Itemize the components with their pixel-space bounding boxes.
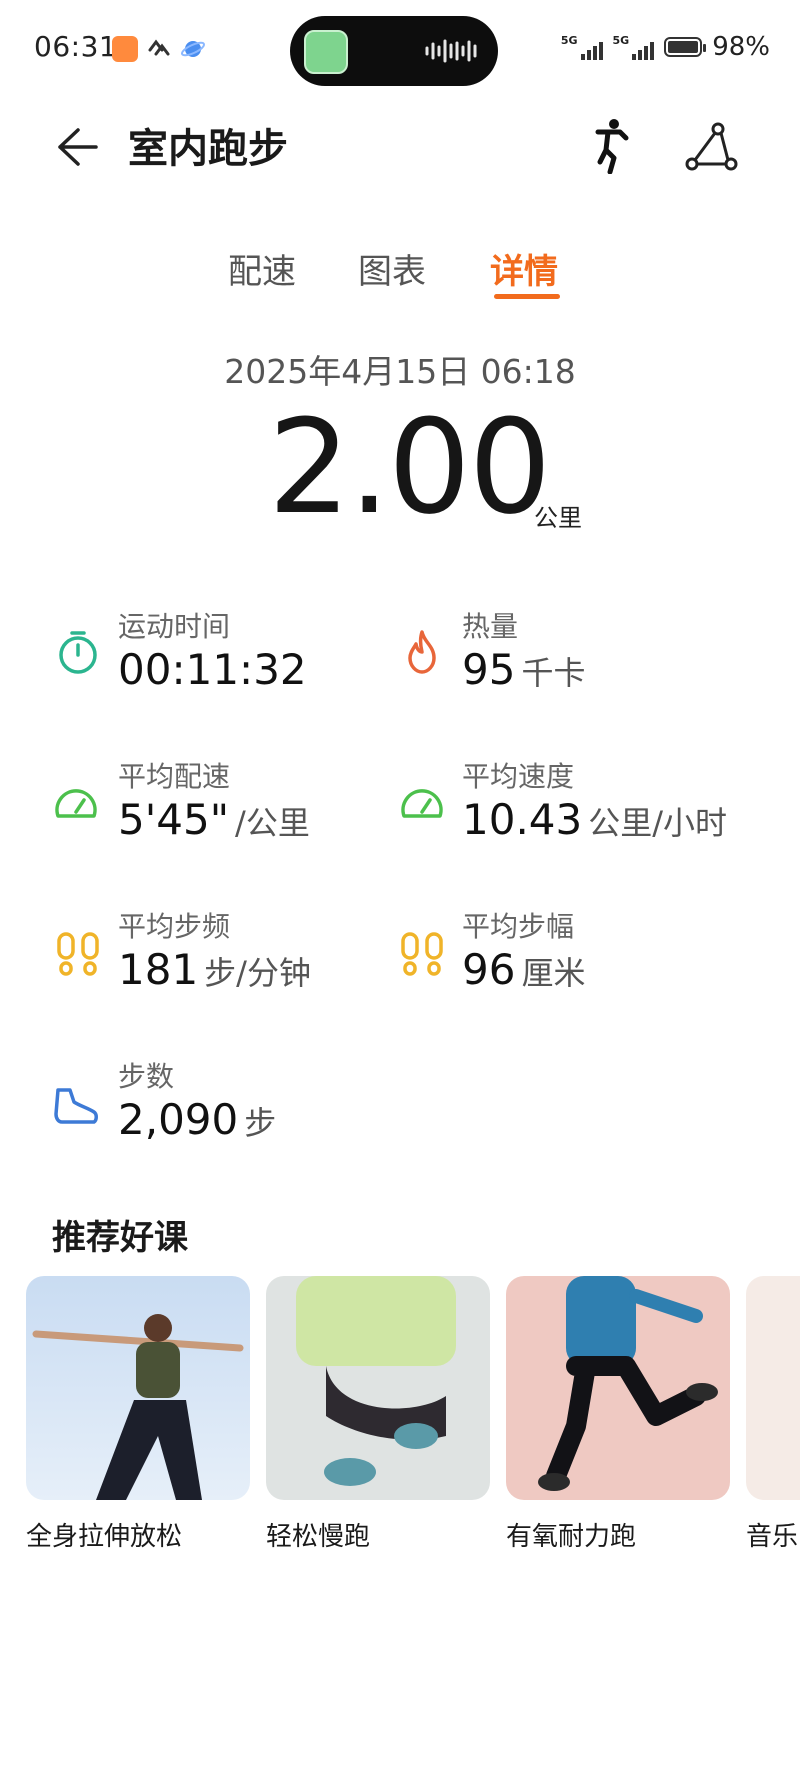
- course-card-easy-jog[interactable]: [266, 1276, 490, 1500]
- distance-unit: 公里: [534, 504, 582, 532]
- avg-speed-row: 10.43 公里/小时: [462, 795, 727, 844]
- stride-unit: 厘米: [521, 954, 586, 992]
- running-app-icon: [304, 30, 348, 74]
- steps-unit: 步: [244, 1104, 277, 1142]
- speedometer-pace-icon: [55, 789, 97, 818]
- active-tab-indicator: [494, 294, 560, 299]
- avg-pace-label: 平均配速: [118, 760, 231, 793]
- footprints-cadence-icon: [57, 932, 99, 976]
- stretch-figure-image: [32, 1314, 244, 1500]
- course-card-aerobic-run[interactable]: [506, 1276, 730, 1500]
- avg-pace-unit: /公里: [235, 804, 310, 842]
- cadence-unit: 步/分钟: [204, 954, 311, 992]
- planet-notification-icon: [180, 41, 206, 57]
- workout-datetime: 2025年4月15日 06:18: [224, 352, 576, 391]
- battery-icon: [664, 37, 707, 57]
- duration-label: 运动时间: [118, 610, 231, 643]
- back-arrow-icon[interactable]: [52, 122, 102, 172]
- signal-2-icon: 5G: [613, 34, 655, 60]
- avg-speed-unit: 公里/小时: [588, 804, 728, 842]
- stride-row: 96 厘米: [462, 945, 585, 994]
- app-notification-icon: [112, 36, 138, 62]
- course-label-music[interactable]: 音乐: [746, 1516, 800, 1553]
- audio-wave-icon: [425, 39, 477, 63]
- steps-label: 步数: [118, 1060, 175, 1093]
- calories-label: 热量: [462, 610, 519, 643]
- avg-pace-row: 5'45"/公里: [118, 795, 310, 844]
- status-time: 06:31: [34, 30, 118, 63]
- course-card-music[interactable]: [746, 1276, 800, 1500]
- cadence-row: 181 步/分钟: [118, 945, 311, 994]
- dynamic-island[interactable]: [290, 16, 498, 86]
- duration-value: 00:11:32: [118, 645, 307, 694]
- aerobic-run-figure-image: [538, 1276, 718, 1491]
- tab-details[interactable]: 详情: [490, 244, 558, 293]
- speedometer-speed-icon: [401, 789, 443, 818]
- tab-chart[interactable]: 图表: [358, 244, 426, 293]
- calories-unit: 千卡: [521, 654, 586, 692]
- duration-row: 00:11:32: [118, 645, 307, 694]
- status-notification-icons: [112, 36, 206, 62]
- recommended-courses-title: 推荐好课: [52, 1218, 188, 1258]
- status-right: 5G 5G 98%: [561, 32, 770, 62]
- course-label-aerobic-run[interactable]: 有氧耐力跑: [506, 1516, 636, 1553]
- avg-speed-label: 平均速度: [462, 760, 575, 793]
- page-title: 室内跑步: [128, 126, 288, 172]
- flame-icon: [408, 630, 436, 674]
- calories-value: 95: [462, 645, 516, 694]
- avg-speed-value: 10.43: [462, 795, 583, 844]
- steps-value: 2,090: [118, 1095, 239, 1144]
- chat-notification-icon: [148, 39, 170, 56]
- jog-figure-image: [296, 1276, 456, 1486]
- calories-row: 95 千卡: [462, 645, 585, 694]
- stride-value: 96: [462, 945, 516, 994]
- course-card-stretch[interactable]: [26, 1276, 250, 1500]
- course-label-stretch[interactable]: 全身拉伸放松: [26, 1516, 182, 1553]
- shoe-icon: [54, 1088, 98, 1124]
- stopwatch-icon: [59, 631, 97, 674]
- signal-1-icon: 5G: [561, 34, 603, 60]
- course-label-easy-jog[interactable]: 轻松慢跑: [266, 1516, 370, 1553]
- running-pose-icon[interactable]: [584, 118, 634, 174]
- cadence-value: 181: [118, 945, 199, 994]
- steps-row: 2,090 步: [118, 1095, 276, 1144]
- stride-label: 平均步幅: [462, 910, 575, 943]
- distance-value: 2.00: [268, 391, 551, 543]
- cadence-label: 平均步频: [118, 910, 231, 943]
- battery-percent: 98%: [712, 32, 770, 62]
- tab-pace[interactable]: 配速: [228, 244, 296, 293]
- avg-pace-value: 5'45": [118, 795, 230, 844]
- footprints-stride-icon: [401, 932, 443, 976]
- route-share-icon[interactable]: [684, 120, 738, 174]
